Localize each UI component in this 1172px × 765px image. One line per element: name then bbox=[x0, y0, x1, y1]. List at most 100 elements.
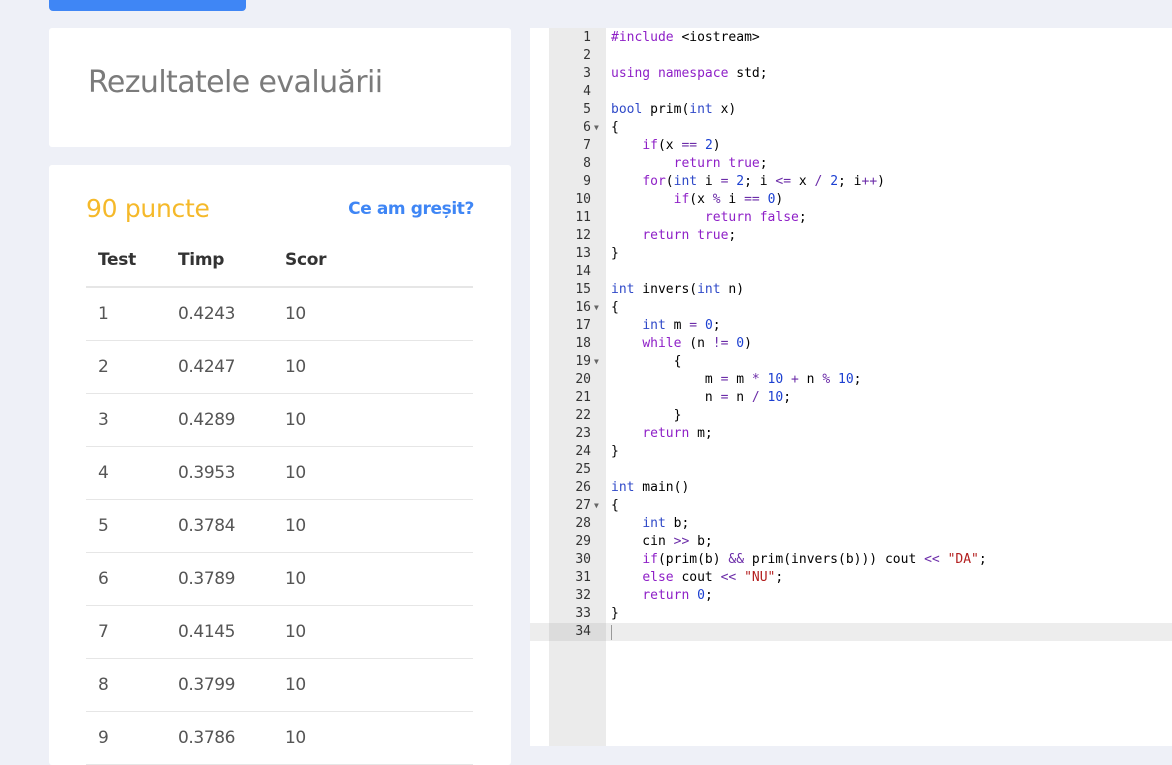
line-number: 28 bbox=[575, 516, 591, 531]
table-row: 9 0.3786 10 bbox=[86, 711, 473, 765]
code-text: { bbox=[611, 354, 682, 369]
cell-test: 1 bbox=[86, 287, 166, 341]
results-table: Test Timp Scor 1 0.4243 10 2 0.4247 10 3 0.4289… bbox=[86, 234, 473, 765]
fold-arrow-icon[interactable]: ▼ bbox=[594, 353, 599, 371]
code-area[interactable]: 1 #include <iostream> 2 3 using namespace st… bbox=[530, 28, 1172, 746]
line-number: 16 bbox=[575, 300, 591, 315]
code-line[interactable]: 20 m = m * 10 + n % 10; bbox=[530, 371, 1172, 389]
code-line[interactable]: 7 if(x == 2) bbox=[530, 137, 1172, 155]
line-number: 13 bbox=[575, 246, 591, 261]
code-line[interactable]: 11 return false; bbox=[530, 209, 1172, 227]
code-line[interactable]: 3 using namespace std; bbox=[530, 65, 1172, 83]
code-line[interactable]: 4 bbox=[530, 83, 1172, 101]
line-number: 3 bbox=[583, 66, 591, 81]
code-line[interactable]: 16 ▼ { bbox=[530, 299, 1172, 317]
table-row: 1 0.4243 10 bbox=[86, 287, 473, 341]
line-number: 2 bbox=[583, 48, 591, 63]
code-line[interactable]: 10 if(x % i == 0) bbox=[530, 191, 1172, 209]
fold-arrow-icon[interactable]: ▼ bbox=[594, 299, 599, 317]
code-editor[interactable]: 1 #include <iostream> 2 3 using namespace st… bbox=[530, 28, 1172, 746]
code-text: { bbox=[611, 300, 619, 315]
code-line[interactable]: 14 bbox=[530, 263, 1172, 281]
cell-score: 10 bbox=[273, 340, 473, 394]
code-line[interactable]: 13} bbox=[530, 245, 1172, 263]
code-line[interactable]: 25 bbox=[530, 461, 1172, 479]
code-line[interactable]: 18 while (n != 0) bbox=[530, 335, 1172, 353]
line-number: 1 bbox=[583, 30, 591, 45]
cell-time: 0.4243 bbox=[166, 287, 273, 341]
line-number: 20 bbox=[575, 372, 591, 387]
cell-test: 9 bbox=[86, 711, 166, 765]
table-header-row: Test Timp Scor bbox=[86, 234, 473, 288]
cell-score: 10 bbox=[273, 393, 473, 447]
code-line[interactable]: 6 ▼ { bbox=[530, 119, 1172, 137]
line-number: 33 bbox=[575, 606, 591, 621]
table-row: 3 0.4289 10 bbox=[86, 393, 473, 447]
code-line[interactable]: 31 else cout << "NU"; bbox=[530, 569, 1172, 587]
code-text: else cout << "NU"; bbox=[642, 570, 784, 585]
code-text: return true; bbox=[642, 228, 737, 243]
what-went-wrong-link[interactable]: Ce am greșit? bbox=[348, 199, 474, 219]
code-line[interactable]: 9 for(int i = 2; i <= x / 2; i++) bbox=[530, 173, 1172, 191]
code-line[interactable]: 22 } bbox=[530, 407, 1172, 425]
code-line[interactable]: 19 ▼ { bbox=[530, 353, 1172, 371]
code-line[interactable]: 32 return 0; bbox=[530, 587, 1172, 605]
cell-test: 2 bbox=[86, 340, 166, 394]
line-number: 18 bbox=[575, 336, 591, 351]
fold-arrow-icon[interactable]: ▼ bbox=[594, 497, 599, 515]
line-number: 23 bbox=[575, 426, 591, 441]
code-line[interactable]: 28 int b; bbox=[530, 515, 1172, 533]
cell-score: 10 bbox=[273, 658, 473, 712]
code-text: #include <iostream> bbox=[611, 30, 760, 45]
code-text: if(x == 2) bbox=[642, 138, 721, 153]
cell-time: 0.4289 bbox=[166, 393, 273, 447]
header-test: Test bbox=[86, 234, 166, 288]
line-number: 21 bbox=[575, 390, 591, 405]
line-number: 34 bbox=[549, 623, 606, 641]
code-line[interactable]: 33} bbox=[530, 605, 1172, 623]
page-title: Rezultatele evaluării bbox=[88, 65, 383, 100]
cell-time: 0.3789 bbox=[166, 552, 273, 606]
code-line[interactable]: 15 int invers(int n) bbox=[530, 281, 1172, 299]
results-card: 90 puncte Ce am greșit? Test Timp Scor 1… bbox=[49, 165, 511, 765]
code-line[interactable]: 17 int m = 0; bbox=[530, 317, 1172, 335]
line-number: 17 bbox=[575, 318, 591, 333]
code-line[interactable]: 23 return m; bbox=[530, 425, 1172, 443]
code-text: } bbox=[611, 444, 619, 459]
code-text: return m; bbox=[642, 426, 713, 441]
cell-test: 4 bbox=[86, 446, 166, 500]
cell-time: 0.3784 bbox=[166, 499, 273, 553]
code-text: int m = 0; bbox=[642, 318, 721, 333]
line-number: 30 bbox=[575, 552, 591, 567]
code-line[interactable]: 2 bbox=[530, 47, 1172, 65]
line-number: 15 bbox=[575, 282, 591, 297]
code-line[interactable]: 27 ▼ { bbox=[530, 497, 1172, 515]
code-line[interactable]: 5 bool prim(int x) bbox=[530, 101, 1172, 119]
top-button[interactable] bbox=[49, 0, 246, 11]
line-number: 8 bbox=[583, 156, 591, 171]
header-score: Scor bbox=[273, 234, 473, 288]
code-line[interactable]: 12 return true; bbox=[530, 227, 1172, 245]
line-number: 11 bbox=[575, 210, 591, 225]
code-text: using namespace std; bbox=[611, 66, 768, 81]
cell-time: 0.4145 bbox=[166, 605, 273, 659]
code-line[interactable]: 21 n = n / 10; bbox=[530, 389, 1172, 407]
cell-time: 0.3799 bbox=[166, 658, 273, 712]
code-line[interactable]: 29 cin >> b; bbox=[530, 533, 1172, 551]
fold-arrow-icon[interactable]: ▼ bbox=[594, 119, 599, 137]
code-line[interactable]: 24} bbox=[530, 443, 1172, 461]
code-text: return 0; bbox=[642, 588, 713, 603]
code-line[interactable]: 34 bbox=[530, 623, 1172, 641]
table-row: 7 0.4145 10 bbox=[86, 605, 473, 659]
code-text: } bbox=[611, 408, 682, 423]
code-line[interactable]: 1 #include <iostream> bbox=[530, 29, 1172, 47]
line-number: 9 bbox=[583, 174, 591, 189]
code-text: } bbox=[611, 606, 619, 621]
code-line[interactable]: 26 int main() bbox=[530, 479, 1172, 497]
code-line[interactable]: 8 return true; bbox=[530, 155, 1172, 173]
cell-test: 6 bbox=[86, 552, 166, 606]
code-line[interactable]: 30 if(prim(b) && prim(invers(b))) cout <… bbox=[530, 551, 1172, 569]
code-text: bool prim(int x) bbox=[611, 102, 737, 117]
cell-score: 10 bbox=[273, 287, 473, 341]
code-text: } bbox=[611, 246, 619, 261]
